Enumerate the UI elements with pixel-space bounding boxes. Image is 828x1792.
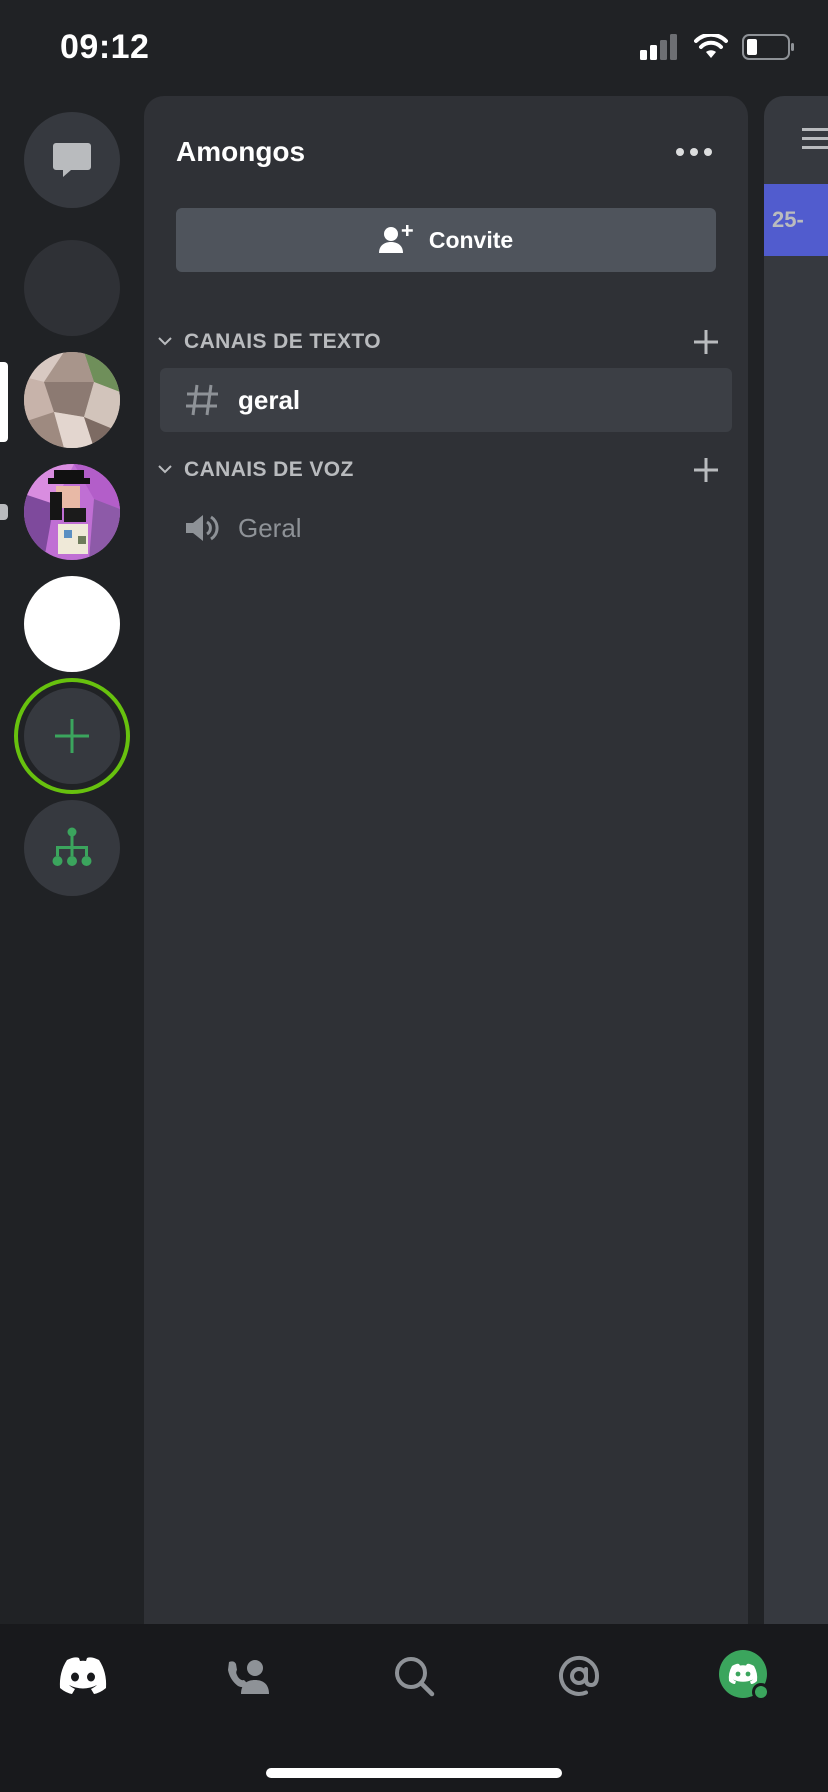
- bottom-tab-bar: [0, 1624, 828, 1792]
- signal-icon: [640, 34, 677, 60]
- server-name[interactable]: Amongos: [176, 136, 305, 168]
- more-dot-icon: [676, 148, 684, 156]
- server-rail: [0, 96, 144, 1624]
- server-icon-blank[interactable]: [24, 240, 120, 336]
- channel-item-voice-geral[interactable]: Geral: [160, 496, 732, 560]
- add-person-icon: [378, 225, 413, 253]
- direct-messages-button[interactable]: [24, 112, 120, 208]
- add-channel-icon[interactable]: [688, 324, 724, 360]
- category-label: CANAIS DE TEXTO: [184, 330, 381, 353]
- add-channel-icon[interactable]: [688, 452, 724, 488]
- server-icon-amongos[interactable]: [24, 352, 120, 448]
- channel-panel: Amongos Convite CANAIS DE TEXTO geral CA…: [144, 96, 748, 1624]
- channel-label: geral: [238, 384, 301, 415]
- hamburger-menu-icon[interactable]: [802, 126, 828, 152]
- tab-friends[interactable]: [219, 1646, 279, 1706]
- hashtag-icon: [178, 382, 226, 418]
- category-text-channels[interactable]: CANAIS DE TEXTO: [154, 322, 734, 362]
- selected-server-indicator: [0, 362, 8, 442]
- tab-search[interactable]: [384, 1646, 444, 1706]
- chat-banner: 25-: [764, 184, 828, 256]
- category-voice-channels[interactable]: CANAIS DE VOZ: [154, 450, 734, 490]
- chevron-down-icon: [154, 461, 176, 479]
- tab-mentions[interactable]: [549, 1646, 609, 1706]
- server-icon-white[interactable]: [24, 576, 120, 672]
- more-dot-icon: [704, 148, 712, 156]
- invite-label: Convite: [428, 226, 514, 253]
- status-icons: [640, 34, 796, 60]
- more-options-button[interactable]: [676, 148, 712, 156]
- profile-avatar: [719, 1650, 770, 1701]
- at-mention-icon: [559, 1655, 600, 1696]
- purple-avatar-image: [24, 464, 120, 560]
- unread-indicator: [0, 504, 8, 520]
- wifi-icon: [694, 34, 728, 58]
- invite-button[interactable]: Convite: [176, 208, 716, 272]
- speaker-icon: [178, 512, 226, 544]
- category-label: CANAIS DE VOZ: [184, 458, 354, 481]
- battery-icon: [742, 34, 794, 60]
- status-time: 09:12: [60, 28, 150, 66]
- tab-profile[interactable]: [715, 1646, 775, 1706]
- channel-item-geral[interactable]: geral: [160, 368, 732, 432]
- friends-icon: [228, 1660, 269, 1694]
- highlight-ring: [14, 678, 130, 794]
- explore-servers-button[interactable]: [24, 800, 120, 896]
- status-bar: 09:12: [0, 0, 828, 96]
- more-dot-icon: [690, 148, 698, 156]
- channel-label: Geral: [238, 512, 302, 543]
- mosaic-server-image: [24, 352, 120, 448]
- chat-panel-edge[interactable]: 25-: [764, 96, 828, 1624]
- chevron-down-icon: [154, 333, 176, 351]
- hierarchy-icon: [52, 827, 92, 866]
- tab-home[interactable]: [53, 1646, 113, 1706]
- discord-home-icon: [59, 1657, 107, 1694]
- chat-bubble-icon: [53, 143, 91, 177]
- search-icon: [395, 1657, 435, 1697]
- home-indicator: [266, 1768, 562, 1778]
- server-icon-avatar[interactable]: [24, 464, 120, 560]
